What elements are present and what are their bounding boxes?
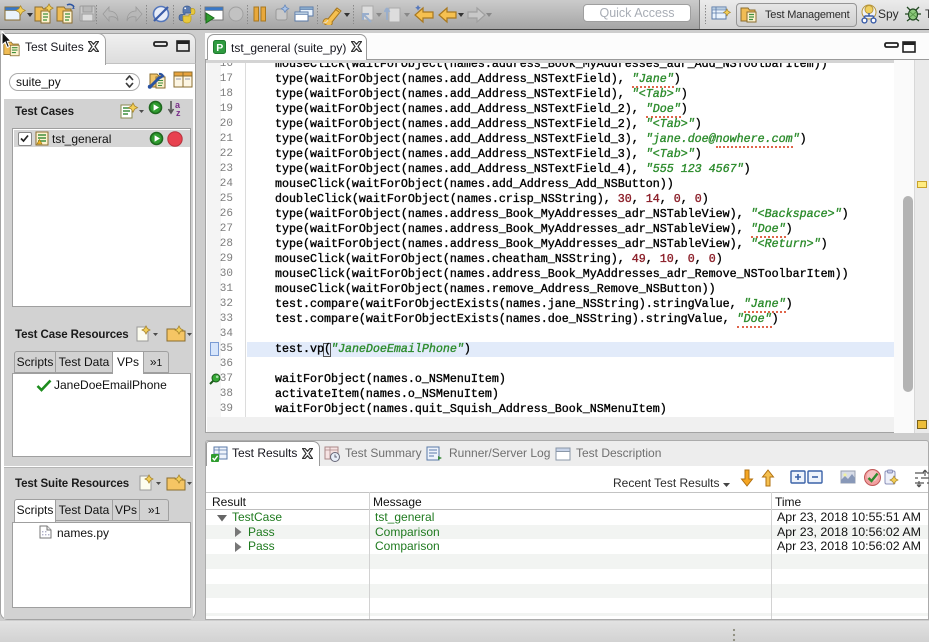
svg-text:z: z [176, 108, 181, 117]
svg-text:P: P [216, 42, 223, 54]
